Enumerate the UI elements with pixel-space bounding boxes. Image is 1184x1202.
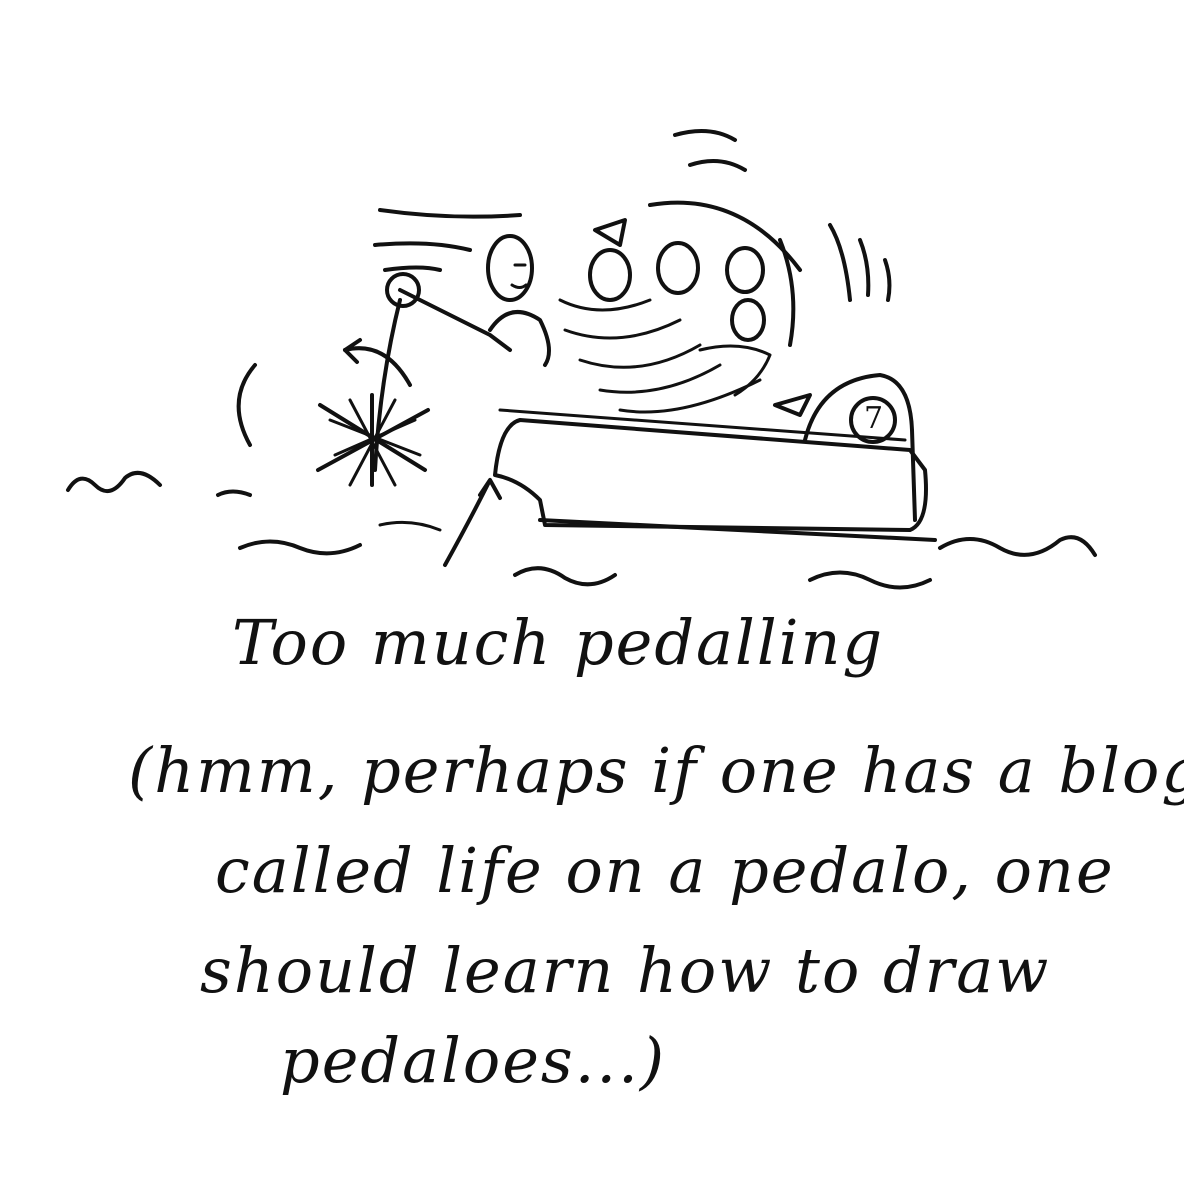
wave: [808, 570, 932, 590]
wave: [513, 566, 617, 587]
shake-line: [828, 223, 852, 302]
wave-small: [378, 520, 442, 532]
passenger-head: [730, 298, 766, 342]
sketch-canvas: 7 Too much pedalling (hmm, perhaps if on…: [0, 0, 1184, 1202]
pedalling-figure: [373, 208, 551, 472]
shake-line: [673, 129, 737, 142]
face: [510, 263, 528, 289]
shake-line: [688, 159, 747, 172]
pedalo-sketch: [66, 129, 1097, 590]
body: [488, 310, 551, 367]
motion-blur: [558, 298, 762, 414]
shake-line: [858, 238, 871, 297]
passenger-head: [656, 241, 700, 295]
wave-right: [938, 535, 1097, 557]
shake-line: [648, 200, 802, 272]
passenger-head: [725, 246, 765, 294]
caption-line-4: should learn how to draw: [200, 934, 1051, 1007]
passengers: [558, 218, 812, 417]
boat-number: 7: [864, 401, 884, 436]
arrow-head: [343, 338, 362, 364]
shake-lines: [648, 129, 892, 347]
caption-line-1: Too much pedalling: [232, 606, 885, 679]
rotation-arrow: [443, 478, 502, 567]
wave-small: [216, 489, 252, 497]
water-waves: [66, 470, 1097, 590]
shake-line: [883, 258, 892, 302]
passenger-head: [588, 248, 632, 302]
caption-line-5: pedaloes...): [280, 1024, 667, 1097]
hat: [593, 218, 627, 247]
hat: [773, 393, 812, 417]
wave-left: [66, 470, 162, 494]
paddle-wheel: [236, 338, 502, 567]
wave: [238, 539, 362, 556]
head: [486, 234, 534, 302]
shake-line: [778, 238, 796, 347]
caption-line-3: called life on a pedalo, one: [215, 834, 1115, 907]
rotation-arrow: [343, 346, 412, 387]
caption-line-2: (hmm, perhaps if one has a blog: [128, 734, 1184, 807]
motion-line: [236, 363, 257, 447]
